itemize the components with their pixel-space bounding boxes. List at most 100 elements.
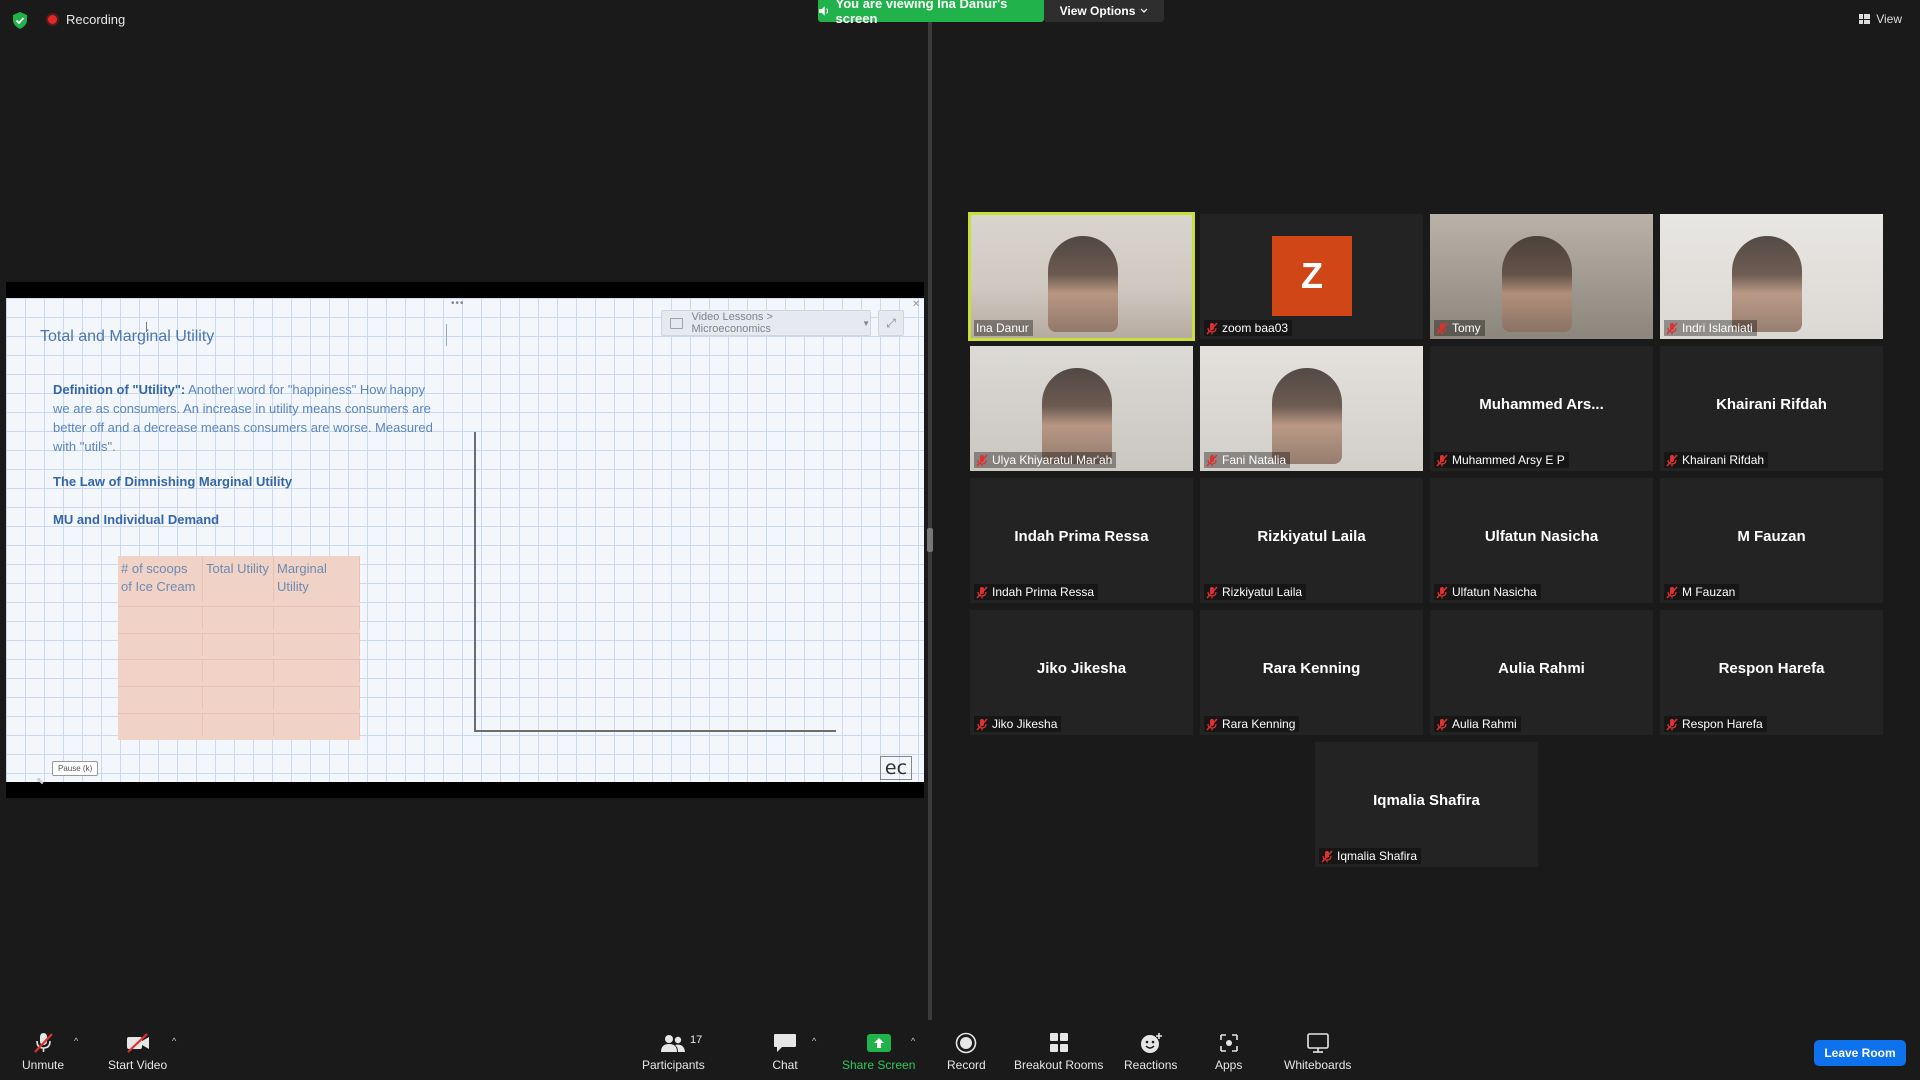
start-video-button[interactable]: Start Video — [108, 1032, 167, 1072]
table-cell — [203, 659, 274, 683]
share-screen-button[interactable]: Share Screen — [842, 1032, 915, 1072]
chevron-down-icon — [1140, 8, 1148, 13]
table-cell — [118, 659, 203, 683]
participant-video — [1042, 368, 1112, 464]
chat-options-caret-icon[interactable]: ^ — [812, 1036, 816, 1046]
participant-name: Muhammed Arsy E P — [1452, 453, 1565, 467]
audio-options-caret-icon[interactable]: ^ — [74, 1036, 78, 1046]
participant-tile[interactable]: Rizkiyatul Laila Rizkiyatul Laila — [1200, 478, 1423, 603]
participant-name: zoom baa03 — [1222, 321, 1289, 335]
participant-display-name: Iqmalia Shafira — [1373, 792, 1480, 809]
participant-name: Rizkiyatul Laila — [1222, 585, 1303, 599]
record-button[interactable]: Record — [947, 1032, 986, 1072]
participant-tile[interactable]: Muhammed Ars... Muhammed Arsy E P — [1430, 346, 1653, 471]
participant-display-name: Indah Prima Ressa — [1014, 528, 1149, 545]
participant-video — [1732, 236, 1802, 332]
table-cell — [203, 605, 274, 629]
view-options-button[interactable]: View Options — [1044, 0, 1164, 22]
recording-indicator[interactable]: Recording — [46, 12, 125, 27]
video-options-caret-icon[interactable]: ^ — [172, 1036, 176, 1046]
meeting-toolbar: Unmute ^ Start Video ^ Participants 17 C… — [0, 1020, 1920, 1080]
graph-x-axis — [474, 730, 836, 732]
participant-display-name: M Fauzan — [1737, 528, 1806, 545]
participant-tile[interactable]: Indri Islamiati — [1660, 214, 1883, 339]
close-icon[interactable]: ✕ — [912, 299, 920, 310]
table-header: Marginal Utility — [274, 556, 360, 602]
slide-title: Total and Marginal Utility — [40, 328, 215, 345]
share-options-caret-icon[interactable]: ^ — [911, 1036, 915, 1046]
view-button[interactable]: View — [1859, 12, 1902, 26]
participant-tile[interactable]: Respon Harefa Respon Harefa — [1660, 610, 1883, 735]
view-options-label: View Options — [1059, 4, 1136, 18]
video-lessons-dropdown[interactable]: Video Lessons > Microeconomics ▼ — [661, 310, 871, 336]
participant-tile[interactable]: Khairani Rifdah Khairani Rifdah — [1660, 346, 1883, 471]
reactions-icon — [1140, 1033, 1162, 1053]
unmute-label: Unmute — [22, 1058, 65, 1072]
divider-handle[interactable] — [927, 528, 933, 552]
more-dots-icon[interactable]: ••• — [451, 298, 465, 309]
table-cell — [274, 605, 360, 629]
split-divider[interactable] — [928, 22, 932, 1020]
chat-button[interactable]: Chat — [772, 1032, 798, 1072]
shield-icon[interactable] — [12, 12, 28, 29]
muted-mic-icon — [976, 453, 988, 467]
participant-tile[interactable]: Rara Kenning Rara Kenning — [1200, 610, 1423, 735]
participant-tile[interactable]: Ulfatun Nasicha Ulfatun Nasicha — [1430, 478, 1653, 603]
participant-tile[interactable]: Aulia Rahmi Aulia Rahmi — [1430, 610, 1653, 735]
caret-down-icon: ▼ — [862, 318, 870, 328]
participant-name: Indri Islamiati — [1682, 321, 1753, 335]
leave-room-button[interactable]: Leave Room — [1814, 1040, 1906, 1066]
participant-display-name: Muhammed Ars... — [1479, 396, 1604, 413]
participant-name-label: Indri Islamiati — [1664, 320, 1757, 336]
table-cell — [118, 686, 203, 710]
shared-slide: ••• ✕ Total and Marginal Utility Video L… — [6, 298, 924, 782]
top-bar: Recording You are viewing Ina Danur's sc… — [0, 0, 1920, 40]
reactions-label: Reactions — [1124, 1058, 1178, 1072]
muted-mic-icon — [1666, 321, 1678, 335]
participant-tile[interactable]: Jiko Jikesha Jiko Jikesha — [970, 610, 1193, 735]
participant-name: Iqmalia Shafira — [1337, 849, 1418, 863]
participant-tile[interactable]: Iqmalia Shafira Iqmalia Shafira — [1315, 742, 1538, 867]
participant-tile[interactable]: Fani Natalia — [1200, 346, 1423, 471]
participant-tile[interactable]: Zzoom baa03 — [1200, 214, 1423, 339]
muted-mic-icon — [34, 1033, 53, 1053]
whiteboards-button[interactable]: Whiteboards — [1284, 1032, 1351, 1072]
participants-label: Participants — [642, 1058, 705, 1072]
apps-button[interactable]: Apps — [1215, 1032, 1242, 1072]
apps-label: Apps — [1215, 1058, 1243, 1072]
participant-tile[interactable]: Ina Danur — [968, 212, 1195, 341]
graph-y-axis — [474, 432, 476, 732]
participant-tile[interactable]: Indah Prima Ressa Indah Prima Ressa — [970, 478, 1193, 603]
participant-tile[interactable]: Ulya Khiyaratul Mar'ah — [970, 346, 1193, 471]
reactions-button[interactable]: Reactions — [1124, 1032, 1177, 1072]
participant-display-name: Ulfatun Nasicha — [1484, 528, 1599, 545]
pause-button[interactable]: Pause (k) — [52, 761, 99, 776]
table-cell — [274, 659, 360, 683]
table-cell — [203, 686, 274, 710]
breakout-rooms-button[interactable]: Breakout Rooms — [1014, 1032, 1103, 1072]
avatar: Z — [1272, 236, 1352, 316]
video-off-icon — [126, 1033, 149, 1053]
apps-icon — [1219, 1034, 1238, 1052]
participant-name-label: Jiko Jikesha — [974, 716, 1062, 732]
chat-icon — [774, 1034, 796, 1052]
participant-name: M Fauzan — [1682, 585, 1736, 599]
viewing-banner: You are viewing Ina Danur's screen — [818, 0, 1044, 26]
expand-icon[interactable]: ⤢ — [878, 310, 904, 336]
unmute-button[interactable]: Unmute — [22, 1032, 64, 1072]
start-video-label: Start Video — [108, 1058, 168, 1072]
text-caret — [446, 324, 447, 346]
recording-label: Recording — [66, 12, 126, 27]
chat-label: Chat — [772, 1058, 798, 1072]
participant-display-name: Rara Kenning — [1262, 660, 1361, 677]
table-cell — [274, 713, 360, 737]
participant-name: Ulya Khiyaratul Mar'ah — [992, 453, 1113, 467]
participant-tile[interactable]: Tomy — [1430, 214, 1653, 339]
ec-logo: ec — [880, 756, 912, 780]
shared-screen[interactable]: ••• ✕ Total and Marginal Utility Video L… — [6, 282, 924, 798]
video-lessons-label: Video Lessons > Microeconomics — [691, 311, 773, 335]
share-screen-icon — [866, 1034, 891, 1052]
participant-tile[interactable]: M Fauzan M Fauzan — [1660, 478, 1883, 603]
participant-display-name: Respon Harefa — [1718, 660, 1825, 677]
screen-icon — [670, 317, 684, 329]
